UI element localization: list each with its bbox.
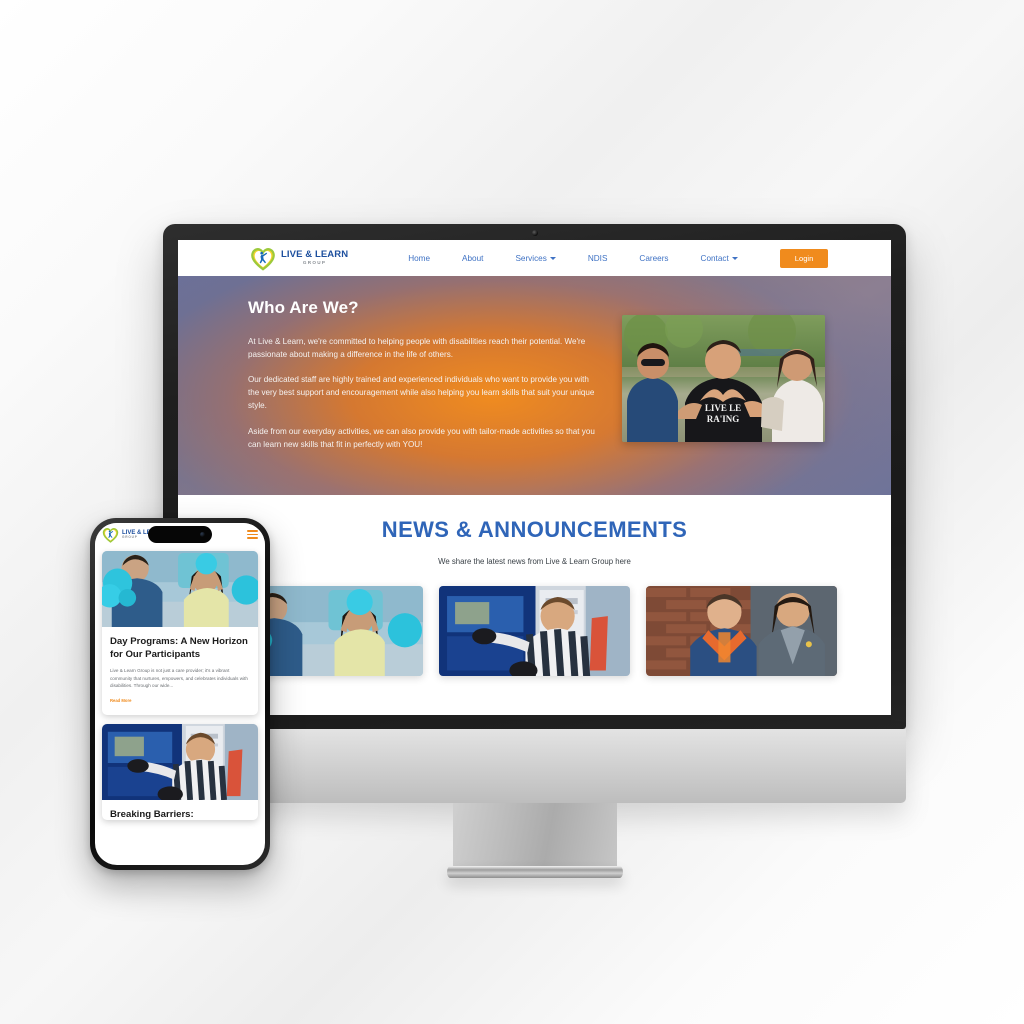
nav-item-about-label: About <box>462 253 484 263</box>
mobile-news-card-title: Breaking Barriers: <box>110 809 194 821</box>
hamburger-bar <box>247 537 258 540</box>
nav-item-about[interactable]: About <box>446 254 499 263</box>
brand-name: LIVE & LEARN <box>281 249 349 261</box>
nav-item-ndis[interactable]: NDIS <box>572 254 624 263</box>
news-section-subtitle: We share the latest news from Live & Lea… <box>438 557 631 566</box>
phone-screen: LIVE & LEARN GROUP Day Programs: A New H… <box>95 523 265 865</box>
news-card-image <box>439 586 630 676</box>
news-card[interactable] <box>646 586 837 676</box>
monitor-screen: LIVE & LEARN GROUP Home About Services N… <box>178 240 891 715</box>
news-card-image <box>646 586 837 676</box>
svg-text:RA'ING: RA'ING <box>707 414 740 424</box>
news-card[interactable] <box>439 586 630 676</box>
nav-item-ndis-label: NDIS <box>587 253 608 263</box>
mobile-news-card-image <box>102 724 258 802</box>
touch-screen-participant-illustration <box>102 724 258 801</box>
monitor-stand-base <box>446 866 623 878</box>
desktop-nav-links: Home About Services NDIS Careers Contact… <box>392 248 829 268</box>
desktop-website: LIVE & LEARN GROUP Home About Services N… <box>178 240 891 715</box>
mobile-content: Day Programs: A New Horizon for Our Part… <box>95 546 265 825</box>
nav-item-home[interactable]: Home <box>392 254 446 263</box>
nav-item-contact[interactable]: Contact <box>685 254 754 263</box>
mobile-news-card-image <box>102 551 258 629</box>
two-participants-brick-wall-illustration <box>646 586 837 676</box>
hamburger-menu-icon[interactable] <box>247 529 258 540</box>
heart-with-person-icon <box>251 248 275 271</box>
hero-photo: LIVE LE RA'ING <box>622 315 825 442</box>
touch-screen-participant-illustration <box>439 586 630 676</box>
site-logo-text: LIVE & LEARN GROUP <box>281 250 348 265</box>
monitor-camera-icon <box>531 230 538 236</box>
monitor-chin <box>163 729 906 803</box>
nav-item-contact-label: Contact <box>700 253 729 263</box>
news-section-title: NEWS & ANNOUNCEMENTS <box>381 517 688 542</box>
hero-title: Who Are We? <box>248 298 359 317</box>
mockup-stage: LIVE & LEARN GROUP Home About Services N… <box>0 0 1024 1024</box>
news-section: NEWS & ANNOUNCEMENTS We share the latest… <box>178 495 891 676</box>
hero-section: Who Are We? At Live & Learn, we're commi… <box>178 276 891 495</box>
mobile-news-card-body: Day Programs: A New Horizon for Our Part… <box>102 629 258 715</box>
dynamic-island <box>148 526 212 543</box>
hero-paragraph-1: At Live & Learn, we're committed to help… <box>248 337 586 360</box>
pom-pom-dancers-illustration <box>102 551 258 628</box>
mobile-news-card[interactable]: Breaking Barriers: <box>102 724 258 821</box>
hero-photo-illustration: LIVE LE RA'ING <box>622 315 825 442</box>
read-more-link[interactable]: Read More <box>110 698 131 703</box>
mobile-news-card-title: Day Programs: A New Horizon for Our Part… <box>110 636 248 660</box>
brand-subname: GROUP <box>302 259 327 265</box>
heart-with-person-icon <box>102 528 119 543</box>
site-logo[interactable]: LIVE & LEARN GROUP <box>250 245 348 271</box>
monitor-stand-neck <box>452 803 617 869</box>
mobile-news-card-excerpt: Live & Learn Group is not just a care pr… <box>110 668 248 688</box>
hero-paragraph-2: Our dedicated staff are highly trained a… <box>248 375 595 411</box>
nav-item-services[interactable]: Services <box>499 254 571 263</box>
login-button[interactable]: Login <box>779 248 829 268</box>
nav-item-services-label: Services <box>515 253 547 263</box>
chevron-down-icon <box>731 256 738 260</box>
front-camera-icon <box>200 532 205 537</box>
nav-item-careers[interactable]: Careers <box>623 254 684 263</box>
chevron-down-icon <box>549 256 556 260</box>
nav-item-home-label: Home <box>408 253 431 263</box>
desktop-navbar: LIVE & LEARN GROUP Home About Services N… <box>178 240 891 276</box>
hamburger-bar <box>247 533 258 536</box>
news-card-list <box>178 566 891 676</box>
hamburger-bar <box>247 529 258 532</box>
nav-item-careers-label: Careers <box>639 253 669 263</box>
hero-text-column: Who Are We? At Live & Learn, we're commi… <box>248 298 596 463</box>
svg-text:LIVE LE: LIVE LE <box>705 403 741 413</box>
desktop-monitor-mockup: LIVE & LEARN GROUP Home About Services N… <box>163 224 906 878</box>
mobile-phone-mockup: LIVE & LEARN GROUP Day Programs: A New H… <box>90 518 270 870</box>
hero-paragraph-3: Aside from our everyday activities, we c… <box>248 426 595 449</box>
mobile-news-card[interactable]: Day Programs: A New Horizon for Our Part… <box>102 551 258 716</box>
